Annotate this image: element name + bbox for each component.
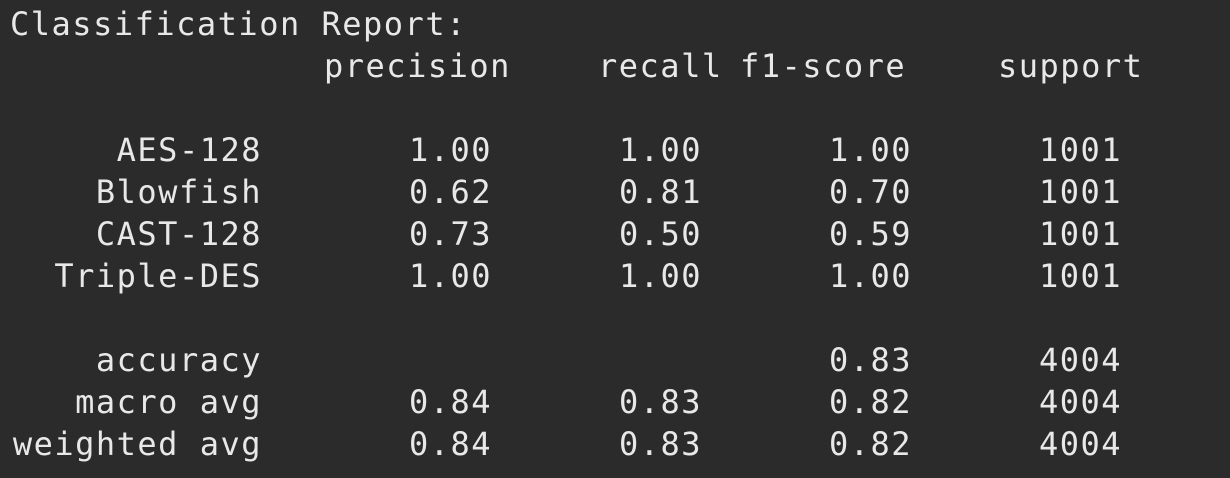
cell-recall: 1.00 bbox=[618, 131, 702, 169]
cell-support: 4004 bbox=[1038, 425, 1122, 463]
cell-support: 1001 bbox=[1038, 131, 1122, 169]
cell-recall: 1.00 bbox=[618, 257, 702, 295]
row-label: accuracy bbox=[95, 341, 262, 379]
cell-recall: 0.83 bbox=[618, 383, 702, 421]
cell-f1-score: 0.83 bbox=[828, 341, 912, 379]
cell-recall: 0.83 bbox=[618, 425, 702, 463]
cell-precision: 0.84 bbox=[408, 383, 492, 421]
cell-precision: 0.62 bbox=[408, 173, 492, 211]
cell-support: 4004 bbox=[1038, 341, 1122, 379]
cell-f1-score: 0.70 bbox=[828, 173, 912, 211]
row-label: weighted avg bbox=[12, 425, 262, 463]
report-title: Classification Report: bbox=[10, 5, 467, 43]
cell-f1-score: 0.82 bbox=[828, 425, 912, 463]
row-label: Blowfish bbox=[95, 173, 262, 211]
cell-f1-score: 1.00 bbox=[828, 257, 912, 295]
row-label: macro avg bbox=[75, 383, 262, 421]
cell-f1-score: 0.82 bbox=[828, 383, 912, 421]
cell-f1-score: 0.59 bbox=[828, 215, 912, 253]
cell-f1-score: 1.00 bbox=[828, 131, 912, 169]
row-label: CAST-128 bbox=[95, 215, 262, 253]
header-f1-score: f1-score bbox=[740, 47, 907, 85]
cell-recall: 0.50 bbox=[618, 215, 702, 253]
cell-precision: 1.00 bbox=[408, 257, 492, 295]
cell-recall: 0.81 bbox=[618, 173, 702, 211]
header-recall: recall bbox=[598, 47, 723, 85]
cell-support: 1001 bbox=[1038, 257, 1122, 295]
row-label: Triple-DES bbox=[54, 257, 262, 295]
cell-precision: 1.00 bbox=[408, 131, 492, 169]
cell-precision: 0.84 bbox=[408, 425, 492, 463]
terminal-output: Classification Report: precision recall … bbox=[0, 0, 1230, 478]
cell-support: 1001 bbox=[1038, 173, 1122, 211]
row-label: AES-128 bbox=[116, 131, 262, 169]
header-support: support bbox=[998, 47, 1144, 85]
cell-support: 1001 bbox=[1038, 215, 1122, 253]
header-precision: precision bbox=[324, 47, 511, 85]
cell-precision: 0.73 bbox=[408, 215, 492, 253]
cell-support: 4004 bbox=[1038, 383, 1122, 421]
